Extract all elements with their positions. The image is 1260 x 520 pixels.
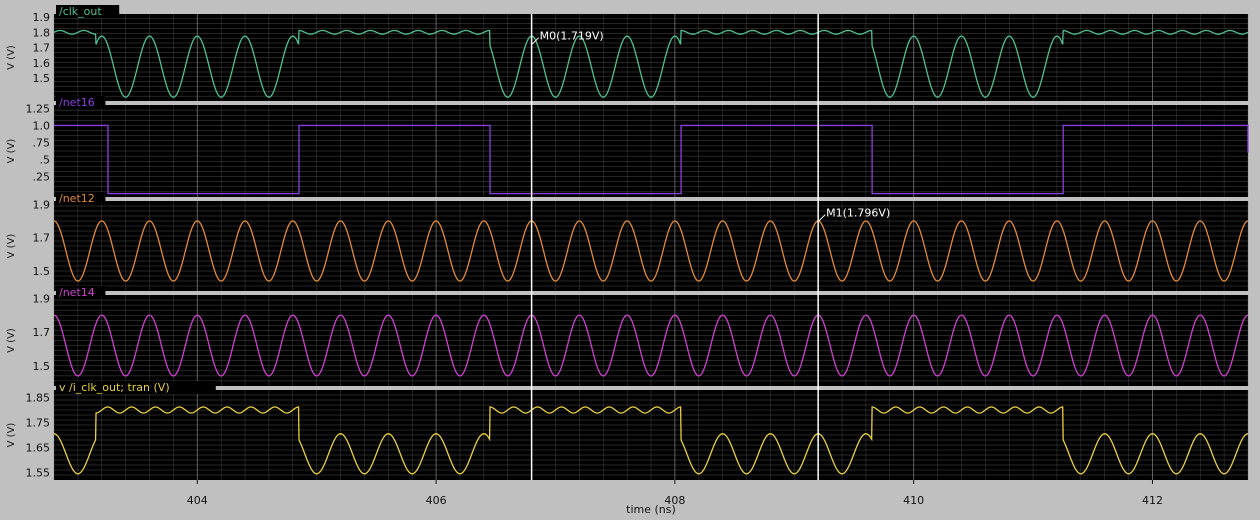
trace-name-label[interactable]: /net16 (59, 96, 95, 109)
x-tick-label: 412 (1142, 494, 1163, 507)
y-tick-label: 1.0 (33, 119, 51, 132)
y-tick-label: 1.5 (33, 265, 51, 278)
y-tick-label: 1.9 (33, 11, 51, 24)
waveform-chart[interactable]: V (V) 1.9 1.8 1.7 1.6 1.5/clk_out V (V) 1.25 1.0… (0, 0, 1260, 520)
y-axis-label: V (V) (6, 139, 17, 164)
y-axis-label: V (V) (6, 45, 17, 70)
x-tick-label: 406 (426, 494, 447, 507)
y-axis-label: V (V) (6, 234, 17, 259)
x-axis-label: time (ns) (626, 503, 676, 516)
y-tick-label: .5 (40, 154, 51, 167)
marker-label-m1: M1(1.796V) (826, 207, 890, 220)
y-tick-label: 1.5 (33, 72, 51, 85)
trace-name-label[interactable]: v /i_clk_out; tran (V) (59, 381, 170, 394)
y-tick-label: 1.7 (33, 326, 51, 339)
trace-name-label[interactable]: /clk_out (59, 5, 102, 18)
y-tick-label: .25 (33, 171, 51, 184)
y-tick-label: 1.75 (26, 417, 51, 430)
y-tick-label: 1.55 (26, 467, 51, 480)
y-tick-label: 1.6 (33, 57, 51, 70)
x-tick-label: 404 (187, 494, 208, 507)
trace-name-label[interactable]: /net14 (59, 286, 95, 299)
marker-label-m0: M0(1.719V) (540, 30, 604, 43)
y-tick-label: 1.7 (33, 232, 51, 245)
y-tick-label: 1.9 (33, 292, 51, 305)
y-tick-label: 1.8 (33, 26, 51, 39)
waveform-viewer: V (V) 1.9 1.8 1.7 1.6 1.5/clk_out V (V) 1.25 1.0… (0, 0, 1260, 520)
trace-name-label[interactable]: /net12 (59, 192, 95, 205)
y-tick-label: 1.5 (33, 360, 51, 373)
y-tick-label: 1.25 (26, 102, 51, 115)
y-tick-label: 1.7 (33, 42, 51, 55)
y-tick-label: 1.9 (33, 198, 51, 211)
y-tick-label: 1.65 (26, 442, 51, 455)
y-tick-label: .75 (33, 136, 51, 149)
y-tick-label: 1.85 (26, 392, 51, 405)
y-axis-label: V (V) (6, 423, 17, 448)
y-axis-label: V (V) (6, 328, 17, 353)
x-tick-label: 410 (903, 494, 924, 507)
